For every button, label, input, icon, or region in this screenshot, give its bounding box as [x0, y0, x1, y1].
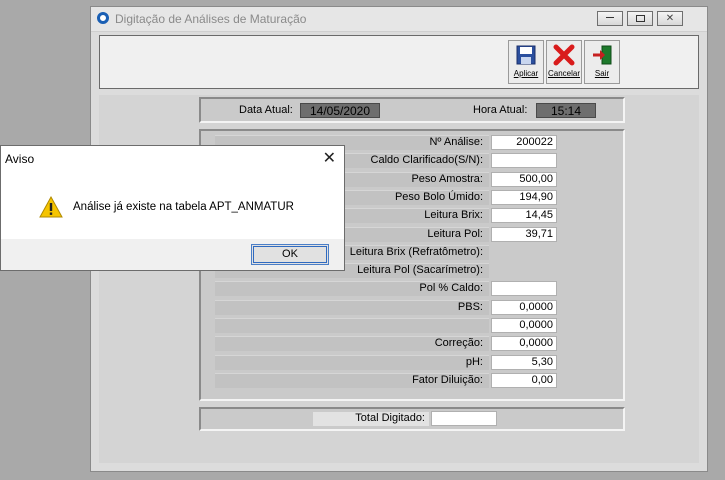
total-panel: Total Digitado: — [199, 407, 625, 431]
dialog-close-icon[interactable]: ✕ — [323, 148, 336, 168]
form-row-label: Leitura Pol: — [427, 227, 483, 240]
form-row-field[interactable]: 0,00 — [491, 372, 557, 388]
form-row-field[interactable]: 0,0000 — [491, 299, 557, 315]
form-row-field[interactable]: 194,90 — [491, 189, 557, 205]
total-label: Total Digitado: — [313, 412, 429, 426]
dialog-footer: OK — [1, 239, 344, 270]
form-row-field[interactable]: 0,0000 — [491, 336, 557, 352]
exit-label: Sair — [594, 69, 610, 78]
form-row-label: Correção: — [434, 337, 483, 350]
exit-door-icon — [591, 44, 613, 66]
time-value: 15:14 — [536, 103, 596, 118]
titlebar: Digitação de Análises de Maturação ✕ — [91, 7, 707, 32]
close-icon: ✕ — [665, 13, 675, 24]
ok-button[interactable]: OK — [251, 244, 329, 265]
apply-label: Aplicar — [513, 69, 539, 78]
form-row-label: Peso Amostra: — [411, 172, 483, 185]
form-row-field[interactable]: 500,00 — [491, 171, 557, 187]
form-row-field[interactable] — [491, 281, 557, 297]
form-row-bar — [215, 299, 489, 315]
maximize-icon — [635, 15, 645, 22]
apply-button[interactable]: Aplicar — [508, 40, 544, 84]
form-row-label: Caldo Clarificado(S/N): — [370, 154, 483, 167]
exit-button[interactable]: Sair — [584, 40, 620, 84]
form-row-label: Leitura Brix: — [424, 209, 483, 222]
form-row-label: Peso Bolo Úmido: — [394, 190, 483, 203]
app-icon — [97, 12, 109, 24]
close-button[interactable]: ✕ — [657, 11, 683, 26]
cancel-x-icon — [553, 44, 575, 66]
form-row-label: Leitura Pol (Sacarímetro): — [357, 264, 483, 277]
form-row-field[interactable]: 39,71 — [491, 226, 557, 242]
cancel-label: Cancelar — [547, 69, 580, 78]
form-row-field[interactable]: 5,30 — [491, 354, 557, 370]
warning-icon — [39, 195, 63, 218]
form-row-label: Fator Diluição: — [412, 373, 483, 386]
form-row-bar — [215, 318, 489, 333]
form-row-field[interactable] — [491, 153, 557, 169]
form-row-label: pH: — [465, 355, 483, 368]
form-row-field[interactable]: 14,45 — [491, 208, 557, 224]
form-row-field[interactable]: 0,0000 — [491, 318, 557, 333]
form-row-label: Pol % Caldo: — [419, 282, 483, 295]
window-title: Digitação de Análises de Maturação — [115, 12, 307, 26]
datetime-panel: Data Atual: 14/05/2020 Hora Atual: 15:14 — [199, 97, 625, 123]
minimize-icon — [606, 17, 614, 18]
time-label: Hora Atual: — [473, 104, 528, 116]
dialog-title: Aviso — [5, 152, 35, 166]
total-field[interactable] — [431, 411, 497, 426]
warning-dialog: Aviso ✕ Análise já existe na tabela APT_… — [0, 145, 345, 271]
save-icon — [515, 44, 537, 66]
form-row-label: Leitura Brix (Refratômetro): — [349, 245, 483, 258]
date-label: Data Atual: — [239, 104, 293, 116]
form-row-field[interactable]: 200022 — [491, 135, 557, 150]
date-value: 14/05/2020 — [300, 103, 380, 118]
toolbar: Aplicar Cancelar Sair — [99, 35, 699, 89]
cancel-button[interactable]: Cancelar — [546, 40, 582, 84]
form-row-label: PBS: — [457, 300, 483, 313]
form-row-label: Nº Análise: — [429, 136, 483, 148]
form-row-bar — [215, 354, 489, 370]
dialog-message: Análise já existe na tabela APT_ANMATUR — [73, 201, 294, 213]
minimize-button[interactable] — [597, 11, 623, 26]
maximize-button[interactable] — [627, 11, 653, 26]
